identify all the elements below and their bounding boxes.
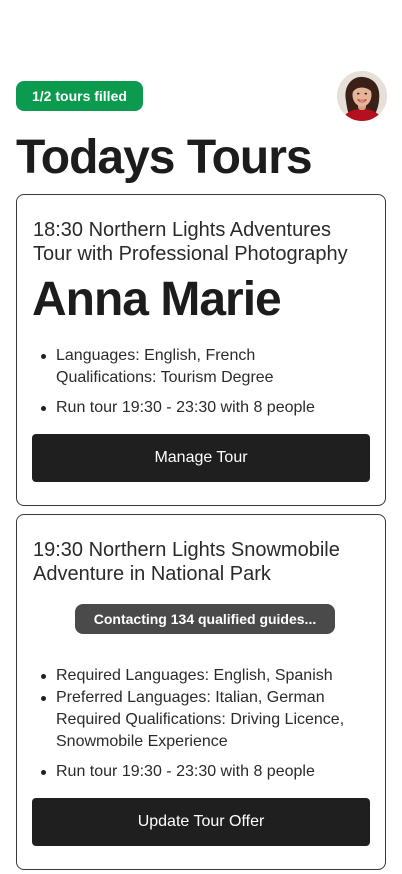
tour-details-list: Languages: English, French Qualification…: [41, 345, 373, 419]
detail-schedule: Run tour 19:30 - 23:30 with 8 people: [56, 763, 315, 780]
update-tour-offer-button[interactable]: Update Tour Offer: [32, 798, 370, 846]
list-item: Run tour 19:30 - 23:30 with 8 people: [41, 761, 373, 783]
guide-search-status-badge: Contacting 134 qualified guides...: [75, 604, 335, 634]
user-avatar[interactable]: [337, 71, 387, 121]
tour-details-list: Required Languages: English, Spanish Pre…: [41, 665, 373, 783]
tours-filled-badge: 1/2 tours filled: [16, 81, 143, 111]
tour-heading: 18:30 Northern Lights Adventures Tour wi…: [33, 219, 348, 265]
tour-card-northern-lights-photography: 18:30 Northern Lights Adventures Tour wi…: [16, 194, 386, 506]
assigned-guide-name: Anna Marie: [32, 273, 282, 326]
page-title: Todays Tours: [16, 131, 313, 184]
bullet-icon: [41, 770, 46, 775]
list-item: Required Languages: English, Spanish: [41, 665, 373, 687]
list-item: Preferred Languages: Italian, German Req…: [41, 687, 373, 753]
todays-tours-screen: 1/2 tours filled Todays Tours 18:30 Nort…: [0, 0, 402, 874]
detail-required-qualifications: Required Qualifications: Driving Licence…: [56, 711, 345, 728]
tour-card-snowmobile-adventure: 19:30 Northern Lights Snowmobile Adventu…: [16, 514, 386, 870]
detail-schedule: Run tour 19:30 - 23:30 with 8 people: [56, 399, 315, 416]
manage-tour-button[interactable]: Manage Tour: [32, 434, 370, 482]
detail-qualifications: Qualifications: Tourism Degree: [56, 369, 274, 386]
bullet-icon: [41, 406, 46, 411]
detail-required-languages: Required Languages: English, Spanish: [56, 667, 333, 684]
list-item: Languages: English, French Qualification…: [41, 345, 373, 389]
bullet-icon: [41, 354, 46, 359]
detail-preferred-languages: Preferred Languages: Italian, German: [56, 689, 325, 706]
bullet-icon: [41, 696, 46, 701]
detail-languages: Languages: English, French: [56, 347, 256, 364]
detail-required-qualifications-cont: Snowmobile Experience: [56, 733, 228, 750]
bullet-icon: [41, 674, 46, 679]
user-avatar-photo: [337, 71, 387, 121]
tour-heading: 19:30 Northern Lights Snowmobile Adventu…: [33, 539, 340, 585]
list-item: Run tour 19:30 - 23:30 with 8 people: [41, 397, 373, 419]
